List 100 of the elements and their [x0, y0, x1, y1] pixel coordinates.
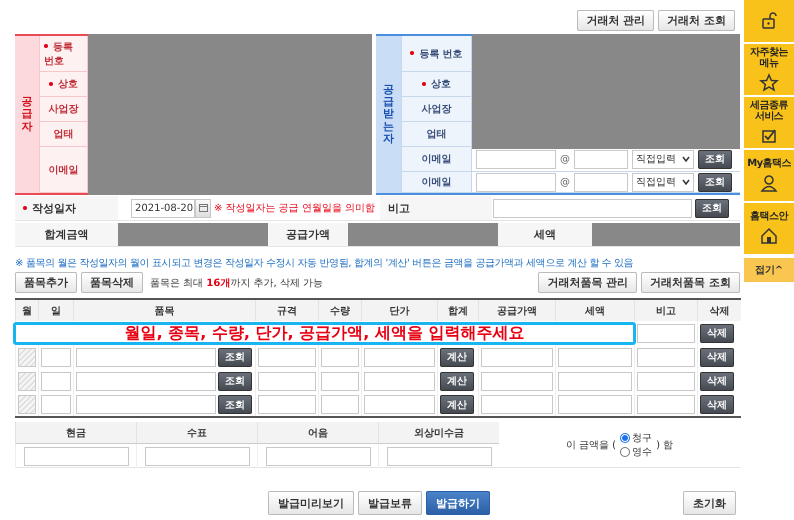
field-label: 사업장 — [48, 104, 78, 115]
email-id-field[interactable] — [476, 172, 556, 192]
supply-amount-field[interactable] — [481, 348, 553, 366]
memo-field[interactable] — [637, 395, 695, 414]
item-button[interactable]: 품목삭제 — [81, 272, 143, 293]
domain-select[interactable]: 직접입력 — [632, 172, 694, 192]
domain-select[interactable]: 직접입력 — [632, 150, 694, 168]
menu-tile[interactable]: 세금종류 서비스 — [744, 97, 794, 148]
partner-button[interactable]: 거래처 조회 — [658, 10, 735, 31]
lookup-button[interactable]: 조회 — [218, 395, 252, 414]
unit-price-field[interactable] — [364, 348, 435, 366]
radio-button[interactable] — [620, 432, 630, 442]
field-label: 상호 — [431, 79, 451, 90]
quantity-field[interactable] — [321, 348, 359, 366]
menu-tile[interactable]: 자주찾는 메뉴 — [744, 44, 794, 95]
memo-field[interactable] — [637, 372, 695, 390]
lookup-button[interactable]: 조회 — [698, 150, 732, 168]
item-button[interactable]: 품목추가 — [15, 272, 77, 293]
date-note: ※ 작성일자는 공급 연월일을 의미함 — [214, 202, 376, 215]
caret-icon — [682, 156, 690, 162]
memo-field[interactable] — [637, 348, 695, 366]
spec-field[interactable] — [258, 372, 316, 390]
day-field[interactable] — [41, 372, 71, 390]
column-header: 수표 — [136, 422, 257, 444]
amount-field[interactable] — [144, 446, 250, 466]
amount-field[interactable] — [266, 446, 370, 466]
email-domain-field[interactable] — [574, 150, 628, 168]
quantity-field[interactable] — [321, 395, 359, 414]
column-header: 어음 — [257, 422, 378, 444]
field-label: 세액 — [534, 227, 556, 242]
partner-button[interactable]: 거래처 관리 — [577, 10, 654, 31]
issue-button[interactable]: 발급보류 — [358, 491, 422, 515]
menu-tile[interactable] — [744, 0, 794, 42]
unit-price-field[interactable] — [364, 372, 435, 390]
checkbox-icon — [762, 128, 776, 142]
email-domain-field[interactable] — [574, 172, 628, 192]
delete-button[interactable]: 삭제 — [700, 324, 734, 342]
calculate-button[interactable]: 계산 — [440, 395, 474, 414]
at-sign: @ — [560, 154, 570, 164]
quantity-field[interactable] — [321, 372, 359, 390]
field-label: 이메일 — [422, 177, 452, 188]
lookup-button[interactable]: 조회 — [218, 348, 252, 366]
item-field[interactable] — [76, 372, 216, 390]
house-icon — [761, 228, 777, 244]
menu-label: 홈택스안 — [749, 211, 790, 223]
issue-button[interactable]: 발급미리보기 — [268, 491, 354, 515]
memo-field[interactable] — [493, 198, 692, 218]
amount-suffix-text: ) 함 — [656, 438, 674, 452]
column-header: 현금 — [15, 422, 136, 444]
item-field[interactable] — [76, 348, 216, 366]
column-header: 세액 — [556, 299, 634, 321]
amount-prefix-text: 이 금액을 ( — [566, 438, 616, 452]
item-limit-text: 품목은 최대 16개까지 추가, 삭제 가능 — [150, 276, 323, 290]
menu-tile[interactable]: 홈택스안 — [744, 203, 794, 254]
spec-field[interactable] — [258, 395, 316, 414]
memo-field[interactable] — [637, 324, 695, 342]
supply-amount-field[interactable] — [481, 372, 553, 390]
column-header: 비고 — [634, 299, 698, 321]
column-header: 규격 — [256, 299, 318, 321]
calendar-button[interactable] — [195, 198, 211, 218]
item-button[interactable]: 거래처품목 관리 — [538, 272, 638, 293]
day-field[interactable] — [41, 348, 71, 366]
lookup-button[interactable]: 조회 — [218, 372, 252, 390]
calendar-icon — [198, 204, 208, 212]
unit-price-field[interactable] — [364, 395, 435, 414]
issue-button[interactable]: 발급하기 — [426, 491, 490, 515]
supply-amount-field[interactable] — [481, 395, 553, 414]
reset-button[interactable]: 초기화 — [683, 491, 736, 515]
tax-field[interactable] — [558, 372, 632, 390]
lookup-button[interactable]: 조회 — [695, 198, 729, 218]
column-header: 삭제 — [698, 299, 740, 321]
date-field[interactable]: 2021-08-20 — [131, 198, 195, 218]
column-header: 외상미수금 — [378, 422, 499, 444]
calculate-button[interactable]: 계산 — [440, 372, 474, 390]
lookup-button[interactable]: 조회 — [698, 172, 732, 192]
field-label: 등록 번호 — [419, 48, 463, 60]
amount-field[interactable] — [24, 446, 128, 466]
delete-button[interactable]: 삭제 — [700, 372, 734, 390]
email-id-field[interactable] — [476, 150, 556, 168]
item-field[interactable] — [76, 395, 216, 414]
select-value: 직접입력 — [636, 153, 676, 166]
collapse-button[interactable]: 접기^ — [744, 258, 794, 282]
item-button[interactable]: 거래처품목 조회 — [641, 272, 740, 293]
menu-tile[interactable]: My홈택스 — [744, 150, 794, 201]
field-label: 등록 번호 — [44, 42, 73, 66]
tax-field[interactable] — [558, 348, 632, 366]
spec-field[interactable] — [258, 348, 316, 366]
column-header: 합계 — [438, 299, 478, 321]
field-label: 작성일자 — [32, 200, 76, 216]
column-header: 일 — [38, 299, 74, 321]
select-value: 직접입력 — [636, 176, 676, 189]
delete-button[interactable]: 삭제 — [700, 348, 734, 366]
delete-button[interactable]: 삭제 — [700, 395, 734, 414]
tax-field[interactable] — [558, 395, 632, 414]
day-field[interactable] — [41, 395, 71, 414]
radio-button[interactable] — [620, 446, 630, 456]
calculate-button[interactable]: 계산 — [440, 348, 474, 366]
field-label: 이메일 — [422, 154, 452, 165]
side-label: 공급받는자 — [383, 84, 394, 145]
amount-field[interactable] — [386, 446, 492, 466]
